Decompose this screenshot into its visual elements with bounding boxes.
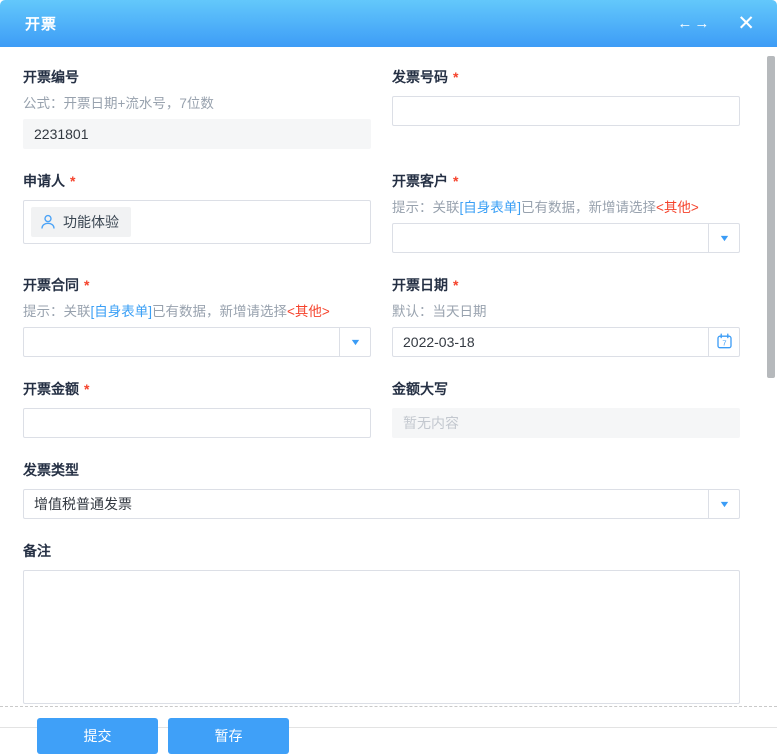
applicant-label: 申请人 — [23, 171, 65, 191]
chevron-down-icon[interactable]: ▼ — [708, 490, 739, 518]
invoice-type-value[interactable]: 增值税普通发票 — [24, 490, 708, 518]
remarks-textarea[interactable] — [23, 570, 740, 704]
remarks-label: 备注 — [23, 541, 51, 561]
dialog-title: 开票 — [25, 13, 57, 34]
invoice-type-label: 发票类型 — [23, 460, 79, 480]
contract-select-value[interactable] — [24, 328, 339, 356]
amount-label: 开票金额 — [23, 379, 79, 399]
applicant-tag[interactable]: 功能体验 — [31, 207, 131, 237]
contract-hint: 提示：关联[自身表单]已有数据，新增请选择<其他> — [23, 304, 371, 321]
amount-words-label: 金额大写 — [392, 379, 448, 399]
submit-button[interactable]: 提交 — [37, 718, 158, 754]
chevron-down-icon[interactable]: ▼ — [708, 224, 739, 252]
dialog-header: 开票 ←→ ✕ — [0, 0, 777, 47]
expand-arrows-icon[interactable]: ←→ — [677, 15, 711, 32]
field-amount: 开票金额 * — [23, 379, 371, 438]
invoice-dialog: 开票 ←→ ✕ 开票编号 公式：开票日期+流水号，7位数 发票号码 * — [0, 0, 777, 728]
contract-select[interactable]: ▼ — [23, 327, 371, 357]
date-helper: 默认：当天日期 — [392, 304, 740, 321]
customer-hint: 提示：关联[自身表单]已有数据，新增请选择<其他> — [392, 200, 740, 217]
scrollbar[interactable] — [767, 56, 775, 378]
invoice-no-input — [23, 119, 371, 149]
self-form-link: [自身表单] — [460, 200, 522, 215]
field-date: 开票日期 * 默认：当天日期 2022-03-18 7 — [392, 275, 740, 357]
applicant-picker[interactable]: 功能体验 — [23, 200, 371, 244]
arrow-left-icon[interactable]: ← — [677, 15, 694, 32]
close-icon[interactable]: ✕ — [737, 13, 755, 34]
customer-label: 开票客户 — [392, 171, 448, 191]
amount-words-input — [392, 408, 740, 438]
other-option-hint: <其他> — [656, 200, 699, 215]
header-actions: ←→ ✕ — [677, 13, 755, 34]
customer-select-value[interactable] — [393, 224, 708, 252]
applicant-tag-label: 功能体验 — [63, 212, 119, 232]
invoice-number-input[interactable] — [392, 96, 740, 126]
required-asterisk: * — [84, 381, 89, 397]
invoice-number-label: 发票号码 — [392, 67, 448, 87]
required-asterisk: * — [453, 69, 458, 85]
required-asterisk: * — [453, 173, 458, 189]
required-asterisk: * — [453, 277, 458, 293]
dialog-footer: 提交 暂存 — [0, 707, 777, 754]
field-customer: 开票客户 * 提示：关联[自身表单]已有数据，新增请选择<其他> ▼ — [392, 171, 740, 253]
required-asterisk: * — [84, 277, 89, 293]
date-value[interactable]: 2022-03-18 — [393, 328, 708, 356]
calendar-icon[interactable]: 7 — [708, 328, 739, 356]
field-contract: 开票合同 * 提示：关联[自身表单]已有数据，新增请选择<其他> ▼ — [23, 275, 371, 357]
self-form-link: [自身表单] — [91, 304, 153, 319]
date-label: 开票日期 — [392, 275, 448, 295]
field-amount-words: 金额大写 — [392, 379, 740, 438]
field-invoice-type: 发票类型 增值税普通发票 ▼ — [23, 460, 740, 519]
contract-label: 开票合同 — [23, 275, 79, 295]
user-icon — [40, 214, 56, 230]
invoice-no-label: 开票编号 — [23, 67, 79, 87]
field-remarks: 备注 — [23, 541, 740, 704]
required-asterisk: * — [70, 173, 75, 189]
field-invoice-no: 开票编号 公式：开票日期+流水号，7位数 — [23, 67, 371, 149]
form-grid: 开票编号 公式：开票日期+流水号，7位数 发票号码 * 申请人 * — [23, 67, 740, 704]
save-draft-button[interactable]: 暂存 — [168, 718, 289, 754]
field-invoice-number: 发票号码 * — [392, 67, 740, 126]
date-input[interactable]: 2022-03-18 7 — [392, 327, 740, 357]
chevron-down-icon[interactable]: ▼ — [339, 328, 370, 356]
svg-text:7: 7 — [722, 339, 726, 348]
other-option-hint: <其他> — [287, 304, 330, 319]
field-applicant: 申请人 * 功能体验 — [23, 171, 371, 244]
dialog-body: 开票编号 公式：开票日期+流水号，7位数 发票号码 * 申请人 * — [0, 47, 777, 704]
customer-select[interactable]: ▼ — [392, 223, 740, 253]
invoice-no-helper: 公式：开票日期+流水号，7位数 — [23, 96, 371, 113]
arrow-right-icon[interactable]: → — [694, 15, 711, 32]
invoice-type-select[interactable]: 增值税普通发票 ▼ — [23, 489, 740, 519]
amount-input[interactable] — [23, 408, 371, 438]
